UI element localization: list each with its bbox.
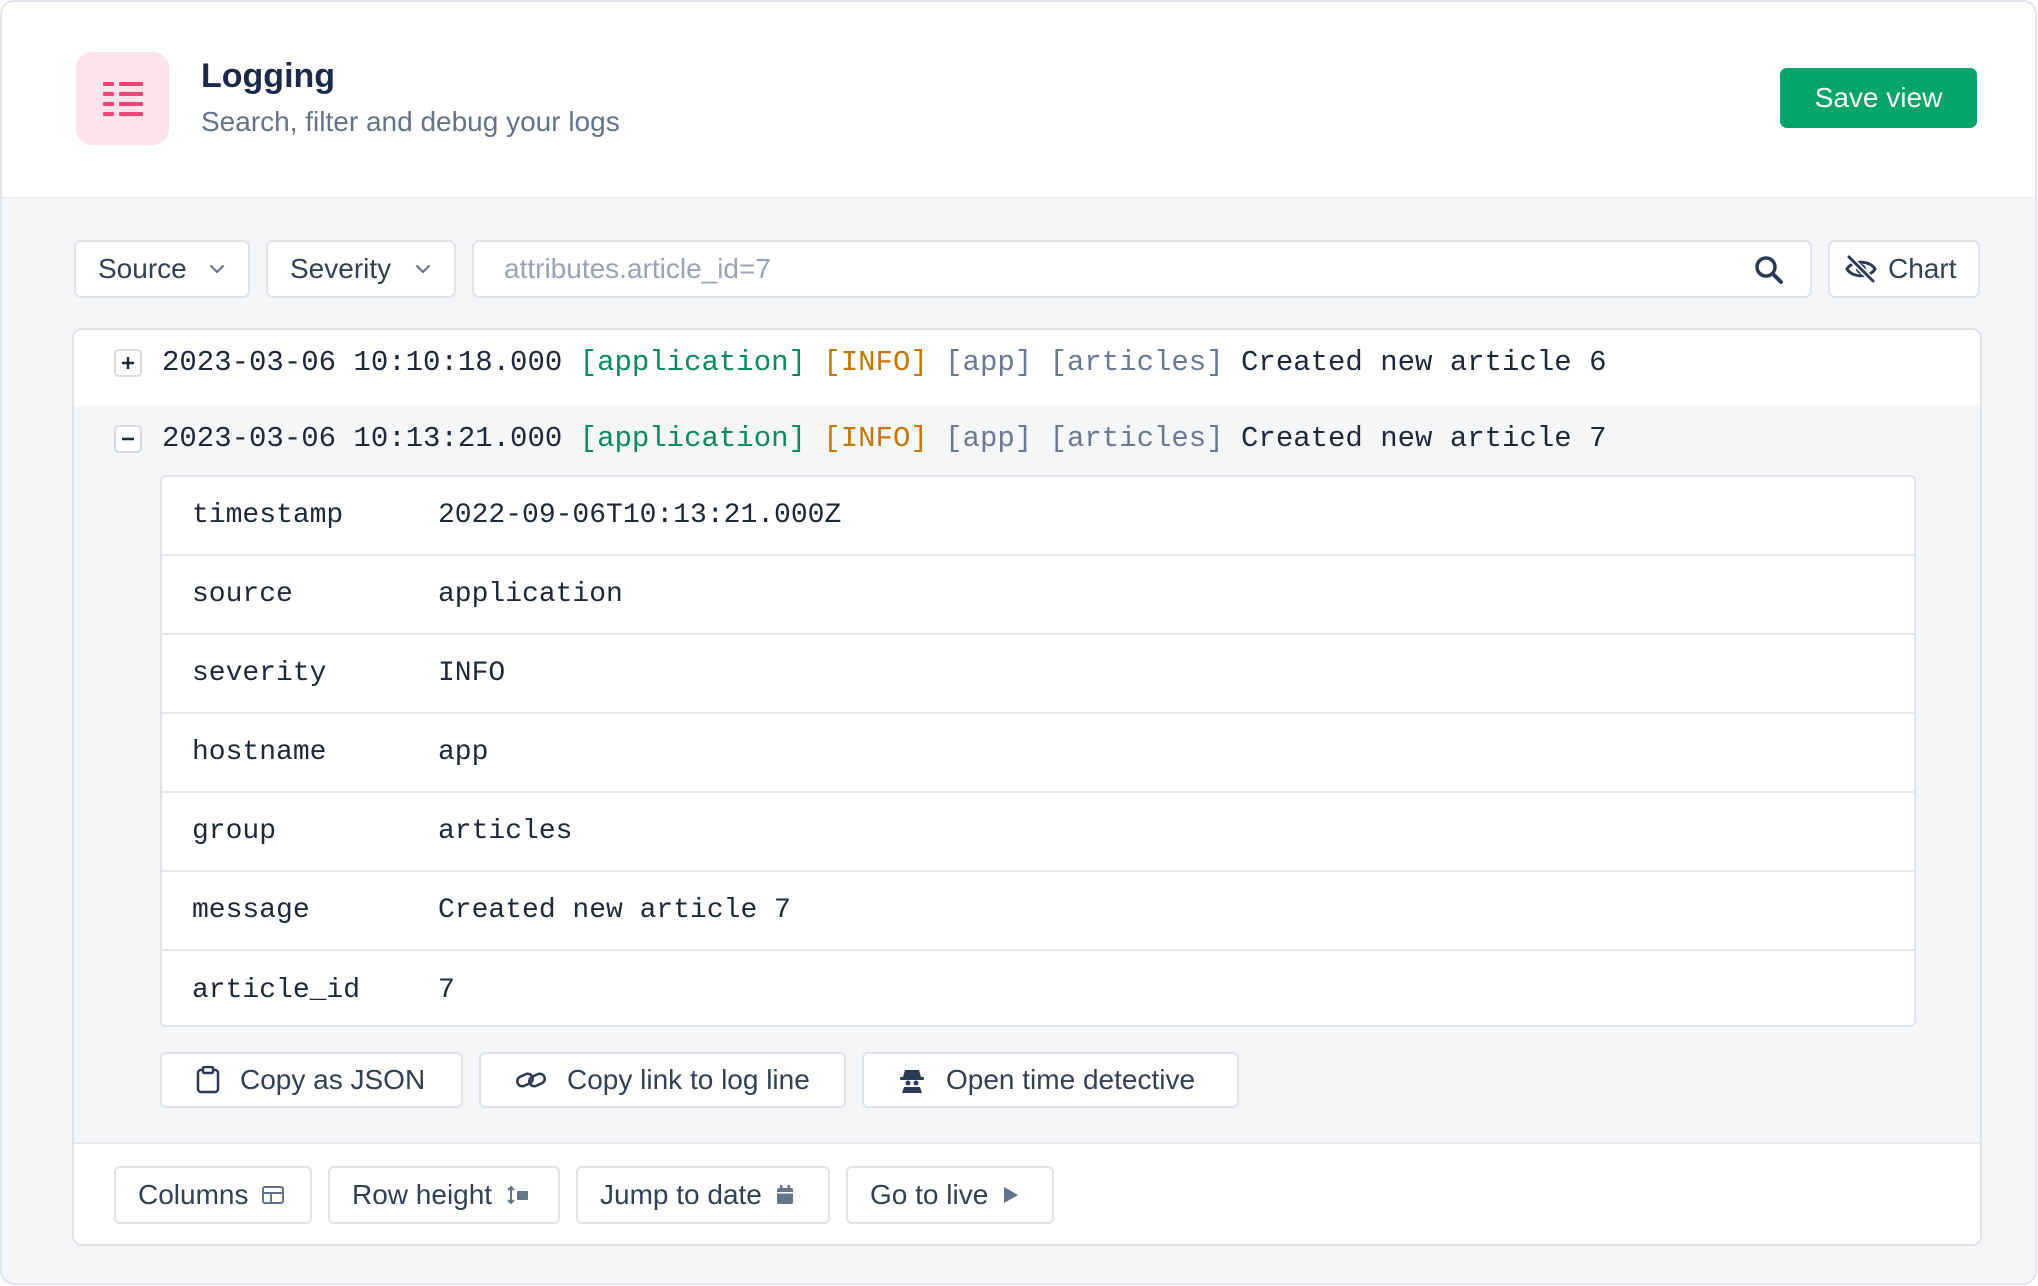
log-details-table: timestamp 2022-09-06T10:13:21.000Z sourc… — [160, 475, 1916, 1027]
detail-value: app — [438, 737, 489, 768]
play-icon — [1004, 1187, 1019, 1203]
detail-key: timestamp — [192, 500, 344, 531]
row-height-icon — [507, 1185, 529, 1205]
severity-dropdown-label: Severity — [290, 253, 392, 284]
log-panel: 2023-03-06 10:10:18.000 [application] [I… — [72, 328, 1982, 1246]
eye-off-icon — [1845, 254, 1877, 284]
log-timestamp: 2023-03-06 10:13:21.000 — [162, 422, 563, 455]
search-field — [472, 240, 1812, 298]
detective-icon — [900, 1070, 924, 1093]
row-height-label: Row height — [352, 1179, 493, 1210]
detail-value: application — [438, 579, 623, 610]
copy-as-json-button[interactable]: Copy as JSON — [160, 1052, 463, 1108]
detail-value: 2022-09-06T10:13:21.000Z — [438, 500, 842, 531]
expand-icon[interactable] — [114, 349, 142, 377]
calendar-icon — [776, 1185, 793, 1204]
go-to-live-label: Go to live — [870, 1179, 989, 1210]
collapse-icon[interactable] — [114, 425, 142, 453]
detail-row: timestamp 2022-09-06T10:13:21.000Z — [162, 477, 1914, 556]
log-row[interactable]: 2023-03-06 10:10:18.000 [application] [I… — [74, 330, 1980, 392]
save-view-button[interactable]: Save view — [1780, 68, 1977, 128]
link-icon — [516, 1072, 546, 1088]
time-detective-button[interactable]: Open time detective — [862, 1052, 1239, 1108]
time-detective-label: Open time detective — [946, 1064, 1196, 1095]
detail-value: Created new article 7 — [438, 895, 791, 926]
list-icon — [76, 52, 169, 145]
source-dropdown[interactable]: Source — [74, 240, 250, 298]
log-severity: [INFO] — [823, 346, 928, 379]
source-dropdown-label: Source — [98, 253, 187, 284]
log-source: [application] — [579, 346, 806, 379]
chart-label: Chart — [1888, 253, 1957, 284]
detail-key: severity — [192, 658, 327, 689]
log-row-expanded[interactable]: 2023-03-06 10:13:21.000 [application] [I… — [74, 406, 1980, 468]
go-to-live-button[interactable]: Go to live — [846, 1166, 1054, 1224]
log-message: Created new article 7 — [1241, 422, 1607, 455]
copy-as-json-label: Copy as JSON — [240, 1064, 426, 1095]
log-message: Created new article 6 — [1241, 346, 1607, 379]
jump-to-date-label: Jump to date — [600, 1179, 762, 1210]
jump-to-date-button[interactable]: Jump to date — [576, 1166, 830, 1224]
chevron-down-icon — [416, 265, 430, 273]
severity-dropdown[interactable]: Severity — [266, 240, 456, 298]
detail-key: article_id — [192, 975, 361, 1006]
log-host: [app] — [945, 422, 1033, 455]
detail-value: INFO — [438, 658, 506, 689]
log-source: [application] — [579, 422, 806, 455]
search-input[interactable] — [504, 253, 1704, 285]
copy-link-button[interactable]: Copy link to log line — [479, 1052, 846, 1108]
copy-link-label: Copy link to log line — [567, 1064, 810, 1095]
detail-row: source application — [162, 556, 1914, 635]
detail-row: severity INFO — [162, 635, 1914, 714]
chart-toggle-button[interactable]: Chart — [1828, 240, 1980, 298]
row-height-button[interactable]: Row height — [328, 1166, 560, 1224]
search-icon[interactable] — [1754, 255, 1784, 285]
footer-divider — [74, 1142, 1980, 1144]
detail-row: group articles — [162, 793, 1914, 872]
log-group: [articles] — [1049, 346, 1224, 379]
table-icon — [262, 1186, 285, 1204]
detail-row: message Created new article 7 — [162, 872, 1914, 951]
logging-window: Logging Search, filter and debug your lo… — [0, 0, 2037, 1285]
log-group: [articles] — [1049, 422, 1224, 455]
detail-key: message — [192, 895, 310, 926]
columns-button[interactable]: Columns — [114, 1166, 312, 1224]
detail-row: hostname app — [162, 714, 1914, 793]
page-title: Logging — [201, 57, 336, 95]
detail-key: group — [192, 816, 277, 847]
clipboard-icon — [196, 1066, 220, 1094]
log-severity: [INFO] — [823, 422, 928, 455]
detail-value: articles — [438, 816, 573, 847]
detail-key: hostname — [192, 737, 327, 768]
log-host: [app] — [945, 346, 1033, 379]
chevron-down-icon — [210, 265, 224, 273]
detail-key: source — [192, 579, 293, 610]
page-header: Logging Search, filter and debug your lo… — [2, 2, 2035, 198]
log-timestamp: 2023-03-06 10:10:18.000 — [162, 346, 563, 379]
page-subtitle: Search, filter and debug your logs — [201, 106, 620, 137]
detail-value: 7 — [438, 975, 455, 1006]
columns-label: Columns — [138, 1179, 249, 1210]
detail-row: article_id 7 — [162, 951, 1914, 1025]
